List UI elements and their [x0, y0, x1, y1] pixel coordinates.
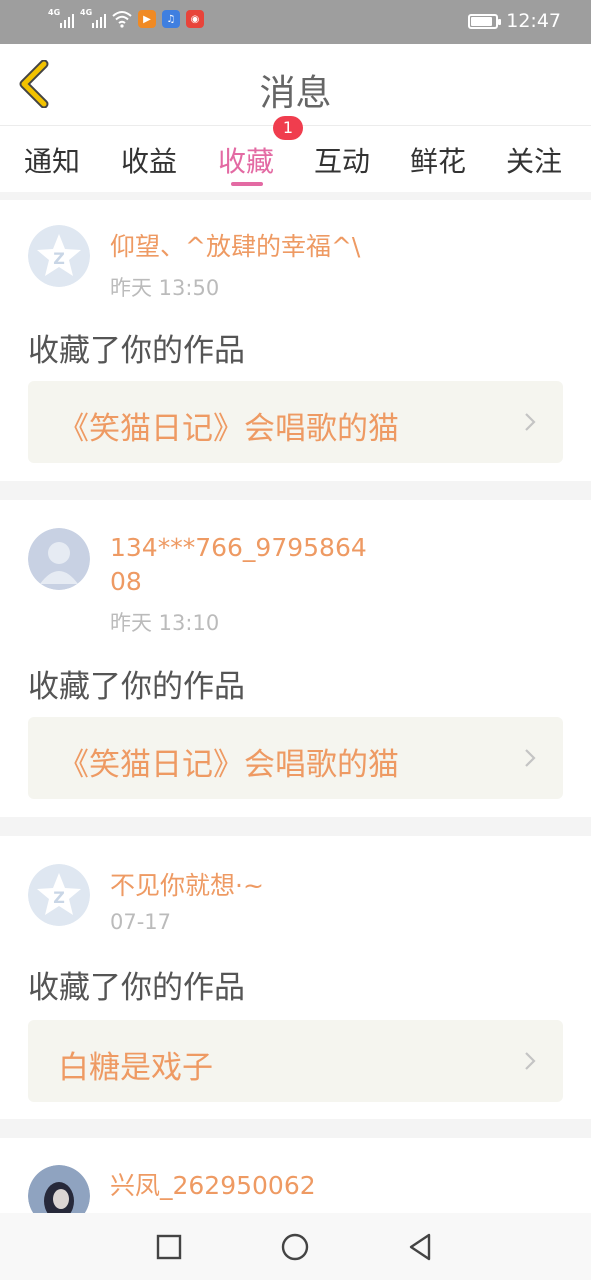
qzone-star-icon: Z: [28, 225, 90, 287]
status-bar: 4G 4G ▶ ♫ ◉ 12:47: [0, 0, 591, 44]
tab-favorites[interactable]: 收藏: [218, 140, 274, 180]
system-nav-bar: [0, 1213, 591, 1280]
username[interactable]: 不见你就想·~: [110, 869, 264, 903]
svg-text:Z: Z: [53, 888, 65, 907]
photo-avatar[interactable]: [28, 1165, 90, 1213]
message-card: 134***766_9795864 08 昨天 13:10 收藏了你的作品 《笑…: [0, 500, 591, 817]
network-type-1: 4G: [48, 8, 61, 17]
avatar[interactable]: Z: [28, 864, 90, 926]
app-header: 消息: [0, 44, 591, 125]
favorites-badge: 1: [273, 116, 303, 140]
message-card: Z 仰望、^放肆的幸福^\ 昨天 13:50 收藏了你的作品 《笑猫日记》会唱歌…: [0, 200, 591, 481]
chevron-right-icon: [525, 1052, 536, 1070]
tab-earnings[interactable]: 收益: [121, 140, 177, 180]
tab-interactions[interactable]: 互动: [314, 140, 370, 180]
work-link[interactable]: 白糖是戏子: [28, 1020, 563, 1102]
work-title: 白糖是戏子: [58, 1050, 213, 1086]
page-title: 消息: [259, 73, 332, 114]
username[interactable]: 兴凤_262950062: [110, 1169, 316, 1203]
chevron-right-icon: [525, 749, 536, 767]
tab-flowers[interactable]: 鲜花: [410, 140, 466, 180]
tab-notifications[interactable]: 通知: [24, 140, 80, 180]
default-person-icon: [28, 528, 90, 590]
signal-1-icon: 4G: [48, 8, 74, 28]
username-continued[interactable]: 08: [110, 565, 142, 599]
work-link[interactable]: 《笑猫日记》会唱歌的猫: [28, 381, 563, 463]
video-app-icon: ▶: [138, 10, 156, 28]
clock: 12:47: [506, 10, 561, 32]
message-card: 兴凤_262950062: [0, 1138, 591, 1213]
work-title: 《笑猫日记》会唱歌的猫: [58, 411, 399, 447]
timestamp: 07-17: [110, 910, 172, 934]
wifi-icon: [112, 11, 132, 28]
message-card: Z 不见你就想·~ 07-17 收藏了你的作品 白糖是戏子: [0, 836, 591, 1119]
signal-2-icon: 4G: [80, 8, 106, 28]
shopping-app-icon: ◉: [186, 10, 204, 28]
tab-follows[interactable]: 关注: [506, 140, 562, 180]
timestamp: 昨天 13:50: [110, 276, 220, 300]
avatar[interactable]: Z: [28, 225, 90, 287]
svg-text:Z: Z: [53, 249, 65, 268]
recent-apps-icon[interactable]: [154, 1232, 184, 1262]
action-text: 收藏了你的作品: [28, 970, 245, 1006]
network-type-2: 4G: [80, 8, 93, 17]
battery-icon: [468, 13, 502, 29]
work-link[interactable]: 《笑猫日记》会唱歌的猫: [28, 717, 563, 799]
home-icon[interactable]: [280, 1232, 310, 1262]
username[interactable]: 仰望、^放肆的幸福^\: [110, 230, 360, 264]
chevron-right-icon: [525, 413, 536, 431]
action-text: 收藏了你的作品: [28, 669, 245, 705]
work-title: 《笑猫日记》会唱歌的猫: [58, 747, 399, 783]
avatar[interactable]: [28, 528, 90, 590]
action-text: 收藏了你的作品: [28, 333, 245, 369]
music-app-icon: ♫: [162, 10, 180, 28]
qzone-star-icon: Z: [28, 864, 90, 926]
username[interactable]: 134***766_9795864: [110, 531, 367, 565]
active-tab-indicator: [231, 182, 263, 186]
back-triangle-icon[interactable]: [405, 1232, 435, 1262]
timestamp: 昨天 13:10: [110, 611, 220, 635]
